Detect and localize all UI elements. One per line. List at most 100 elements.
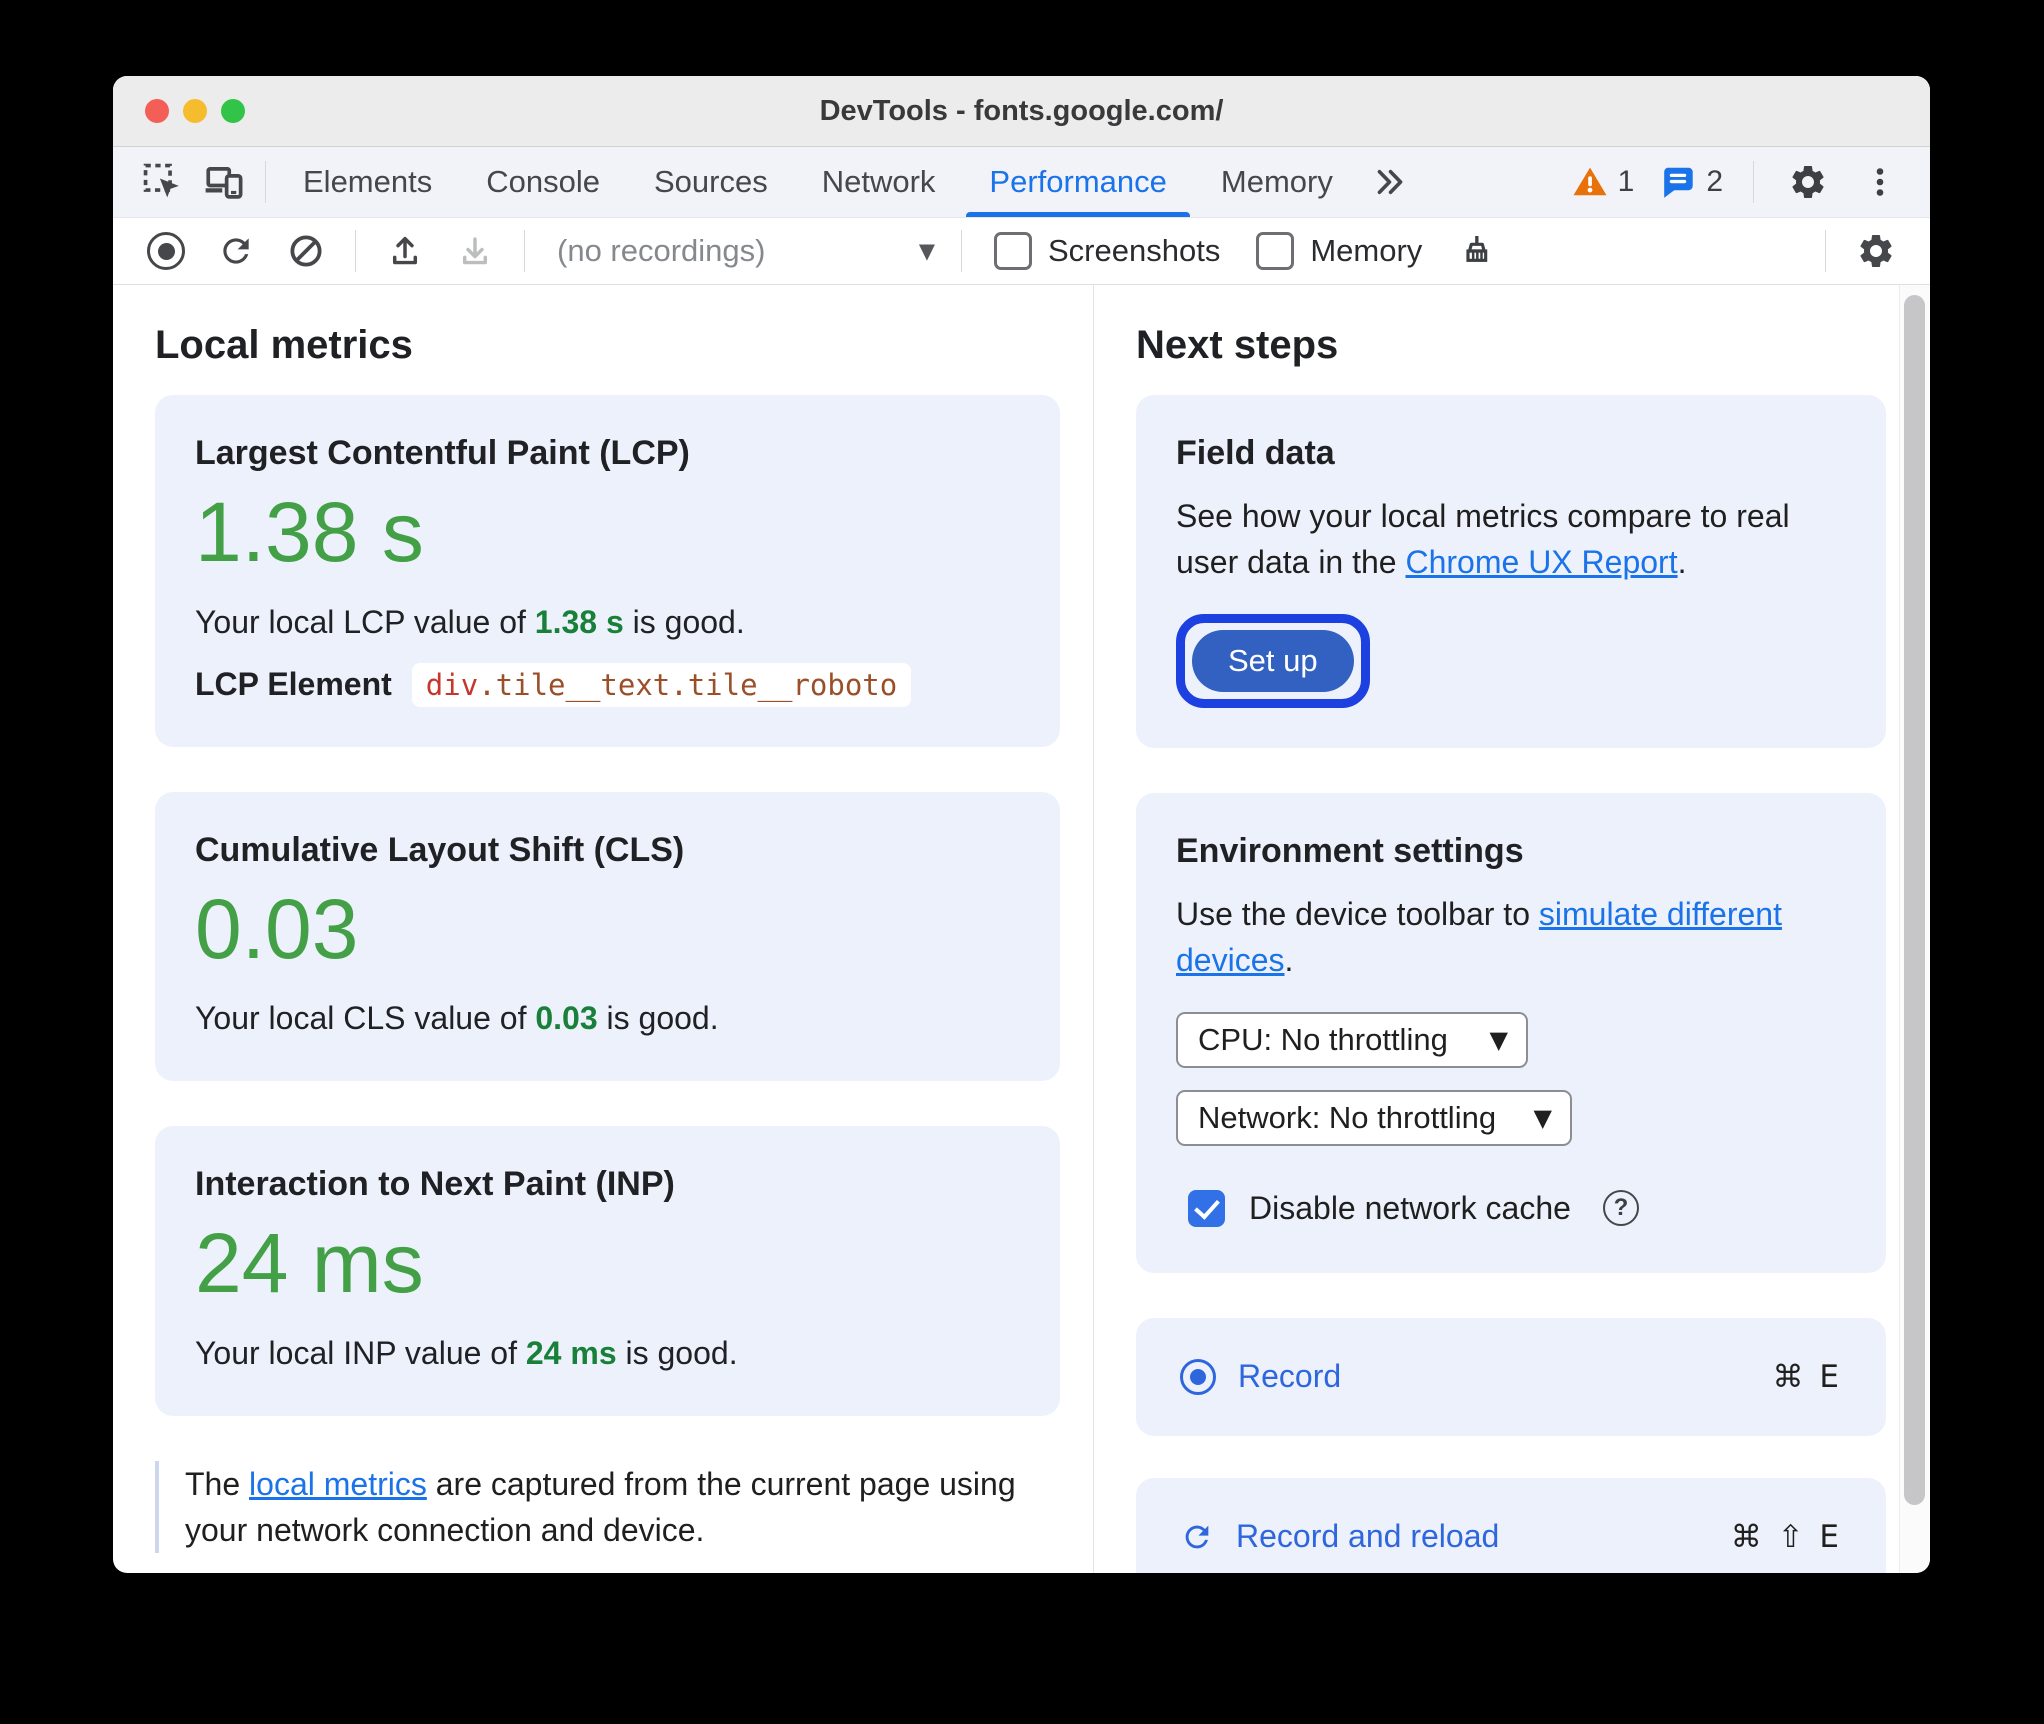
titlebar: DevTools - fonts.google.com/: [113, 76, 1930, 147]
record-action-card[interactable]: Record ⌘ E: [1136, 1317, 1886, 1436]
setup-button[interactable]: Set up: [1192, 629, 1354, 692]
tab-elements[interactable]: Elements: [276, 147, 459, 217]
crux-report-link[interactable]: Chrome UX Report: [1405, 544, 1677, 580]
cls-desc-suffix: is good.: [597, 1000, 719, 1037]
settings-button[interactable]: [1778, 162, 1838, 202]
collect-garbage-button[interactable]: [1444, 231, 1508, 271]
field-data-card: Field data See how your local metrics co…: [1136, 395, 1886, 748]
block-icon: [290, 235, 322, 267]
memory-checkbox[interactable]: [1256, 232, 1295, 270]
warning-triangle-icon: [1573, 167, 1607, 196]
tab-memory[interactable]: Memory: [1194, 147, 1360, 217]
panel-content: Local metrics Largest Contentful Paint (…: [113, 285, 1930, 1573]
clear-button[interactable]: [275, 232, 337, 270]
memory-checkbox-row[interactable]: Memory: [1242, 232, 1436, 270]
local-metrics-title: Local metrics: [155, 323, 413, 367]
dropdown-arrow-icon: ▼: [918, 239, 935, 263]
scrollbar-thumb[interactable]: [1904, 295, 1925, 1505]
performance-toolbar: (no recordings) ▼ Screenshots Memory: [113, 218, 1930, 285]
cls-desc-value: 0.03: [535, 1000, 598, 1037]
reload-icon: [223, 238, 249, 264]
traffic-lights: [145, 76, 245, 146]
window-title: DevTools - fonts.google.com/: [819, 94, 1224, 127]
record-button[interactable]: [135, 232, 197, 270]
upload-icon: [392, 236, 418, 265]
lcp-desc-prefix: Your local LCP value of: [195, 603, 535, 640]
local-metrics-link[interactable]: local metrics: [249, 1466, 427, 1502]
upload-profile-button[interactable]: [374, 232, 436, 270]
devtools-window: DevTools - fonts.google.com/ Elements Co…: [113, 76, 1930, 1573]
field-data-desc-suffix: .: [1677, 544, 1687, 581]
lcp-desc-suffix: is good.: [623, 603, 745, 640]
disable-cache-row: Disable network cache ?: [1188, 1189, 1846, 1227]
tab-sources[interactable]: Sources: [627, 147, 795, 217]
issues-button[interactable]: 2: [1654, 164, 1729, 200]
disable-cache-label: Disable network cache: [1249, 1189, 1571, 1226]
reload-icon: [1185, 1525, 1209, 1548]
recordings-dropdown[interactable]: (no recordings) ▼: [543, 233, 943, 269]
capture-settings-button[interactable]: [1844, 231, 1908, 271]
inspect-element-button[interactable]: [131, 161, 193, 203]
lcp-card: Largest Contentful Paint (LCP) 1.38 s Yo…: [155, 395, 1060, 747]
tab-network[interactable]: Network: [795, 147, 963, 217]
divider: [265, 161, 266, 203]
network-throttling-value: Network: No throttling: [1198, 1099, 1497, 1135]
recordings-dropdown-value: (no recordings): [557, 233, 766, 268]
screenshots-checkbox-row[interactable]: Screenshots: [980, 232, 1234, 270]
record-reload-shortcut: ⌘ ⇧ E: [1730, 1518, 1842, 1555]
record-action-left: Record: [1180, 1358, 1773, 1395]
kebab-menu-icon: [1876, 168, 1884, 196]
divider: [1753, 161, 1754, 203]
download-icon: [462, 237, 488, 265]
toggle-device-toolbar-button[interactable]: [193, 161, 255, 203]
next-steps-title: Next steps: [1136, 323, 1339, 367]
cls-description: Your local CLS value of 0.03 is good.: [195, 996, 1020, 1041]
lcp-element-node-link[interactable]: div.tile__text.tile__roboto: [411, 662, 912, 707]
issue-count-badge: 2: [1706, 165, 1723, 198]
record-reload-action-label: Record and reload: [1236, 1518, 1500, 1555]
divider: [355, 230, 356, 272]
device-toolbar-icon: [205, 167, 243, 199]
dropdown-arrow-icon: ▼: [1533, 1103, 1552, 1132]
gear-icon: [1860, 235, 1892, 267]
tab-performance[interactable]: Performance: [962, 147, 1193, 217]
more-tabs-button[interactable]: [1360, 163, 1418, 201]
record-icon: [1180, 1358, 1216, 1395]
minimize-window-button[interactable]: [183, 99, 207, 123]
inp-title: Interaction to Next Paint (INP): [195, 1165, 675, 1204]
vertical-scrollbar[interactable]: [1899, 285, 1930, 1573]
dropdown-arrow-icon: ▼: [1489, 1025, 1508, 1054]
divider: [1825, 230, 1826, 272]
network-throttling-select[interactable]: Network: No throttling ▼: [1176, 1089, 1572, 1146]
record-reload-action-left: Record and reload: [1180, 1518, 1731, 1555]
record-reload-action-card[interactable]: Record and reload ⌘ ⇧ E: [1136, 1477, 1886, 1573]
lcp-description: Your local LCP value of 1.38 s is good.: [195, 600, 1020, 645]
close-window-button[interactable]: [145, 99, 169, 123]
record-and-reload-button[interactable]: [205, 232, 267, 270]
inp-desc-suffix: is good.: [616, 1334, 738, 1371]
disable-cache-checkbox[interactable]: [1188, 1189, 1225, 1227]
broom-icon: [1466, 236, 1488, 262]
field-data-description: See how your local metrics compare to re…: [1176, 493, 1826, 586]
warnings-button[interactable]: 1: [1566, 164, 1641, 200]
more-options-button[interactable]: [1852, 164, 1908, 200]
download-profile-button[interactable]: [444, 232, 506, 270]
inspect-cursor-icon: [143, 163, 179, 198]
tabbar-right-cluster: 1 2: [1566, 161, 1908, 203]
cpu-throttling-select[interactable]: CPU: No throttling ▼: [1176, 1011, 1528, 1068]
inp-card: Interaction to Next Paint (INP) 24 ms Yo…: [155, 1126, 1060, 1416]
screenshots-checkbox[interactable]: [994, 232, 1032, 270]
zoom-window-button[interactable]: [221, 99, 245, 123]
lcp-title: Largest Contentful Paint (LCP): [195, 434, 690, 472]
tab-console[interactable]: Console: [459, 147, 627, 217]
help-icon[interactable]: ?: [1602, 1190, 1639, 1227]
environment-desc-suffix: .: [1284, 942, 1294, 979]
cls-value: 0.03: [195, 881, 359, 976]
record-action-label: Record: [1238, 1358, 1342, 1395]
local-metrics-column: Local metrics Largest Contentful Paint (…: [113, 285, 1093, 1573]
lcp-element-classes: .tile__text.tile__roboto: [478, 667, 898, 702]
devtools-tabbar: Elements Console Sources Network Perform…: [113, 147, 1930, 218]
cpu-throttling-value: CPU: No throttling: [1198, 1021, 1448, 1057]
environment-description: Use the device toolbar to simulate diffe…: [1176, 891, 1826, 984]
field-data-title: Field data: [1176, 434, 1335, 472]
